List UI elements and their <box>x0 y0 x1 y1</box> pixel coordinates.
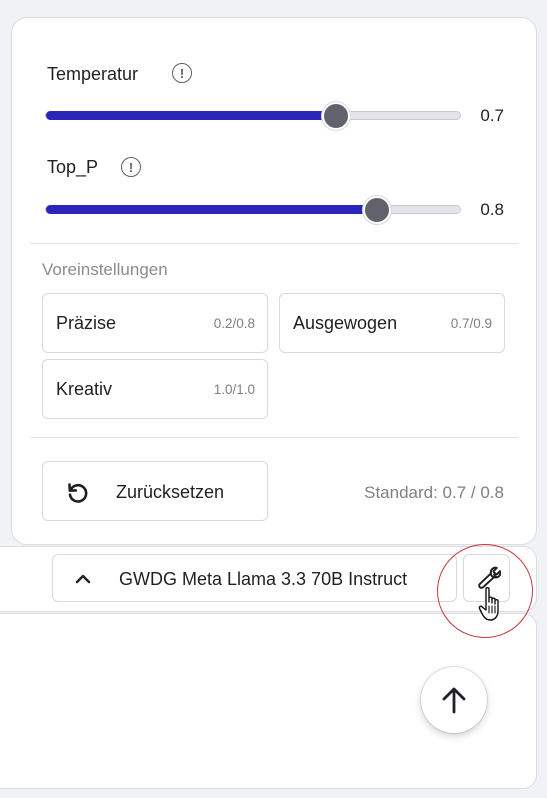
hand-pointer-icon <box>478 587 499 621</box>
standard-values-text: Standard: 0.7 / 0.8 <box>364 483 504 502</box>
preset-name: Präzise <box>56 313 117 333</box>
chevron-up-icon <box>75 574 91 584</box>
model-selector-button[interactable]: GWDG Meta Llama 3.3 70B Instruct <box>52 554 457 602</box>
model-settings-panel: Temperatur ! 0.7 Top_P ! 0.8 Voreinstell… <box>11 17 537 545</box>
preset-values: 0.7/0.9 <box>450 316 492 331</box>
divider <box>30 243 518 244</box>
reset-button[interactable]: Zurücksetzen <box>42 461 268 521</box>
reset-icon <box>68 483 88 503</box>
send-button[interactable] <box>421 667 487 733</box>
temperature-value: 0.7 <box>480 106 504 125</box>
preset-values: 0.2/0.8 <box>213 316 255 331</box>
preset-values: 1.0/1.0 <box>213 382 255 397</box>
preset-name: Ausgewogen <box>293 313 398 333</box>
preset-ausgewogen-button[interactable]: Ausgewogen 0.7/0.9 <box>279 293 505 353</box>
divider <box>30 437 518 438</box>
temperature-info-icon[interactable]: ! <box>172 63 192 83</box>
temperature-slider-thumb[interactable] <box>322 102 350 130</box>
preset-name: Kreativ <box>56 379 113 399</box>
preset-praezise-button[interactable]: Präzise 0.2/0.8 <box>42 293 268 353</box>
top-p-slider-thumb[interactable] <box>363 196 391 224</box>
arrow-up-icon <box>442 687 466 714</box>
temperature-slider[interactable] <box>45 102 461 130</box>
reset-label: Zurücksetzen <box>116 482 225 502</box>
presets-heading: Voreinstellungen <box>42 260 168 279</box>
top-p-label: Top_P <box>47 157 99 177</box>
page: Temperatur ! 0.7 Top_P ! 0.8 Voreinstell… <box>0 0 547 798</box>
model-name: GWDG Meta Llama 3.3 70B Instruct <box>119 569 408 589</box>
temperature-label: Temperatur <box>47 64 139 84</box>
top-p-slider[interactable] <box>45 196 461 224</box>
top-p-info-icon[interactable]: ! <box>121 157 141 177</box>
temperature-slider-fill <box>46 111 336 120</box>
preset-kreativ-button[interactable]: Kreativ 1.0/1.0 <box>42 359 268 419</box>
top-p-value: 0.8 <box>480 200 504 219</box>
top-p-slider-fill <box>46 205 377 214</box>
